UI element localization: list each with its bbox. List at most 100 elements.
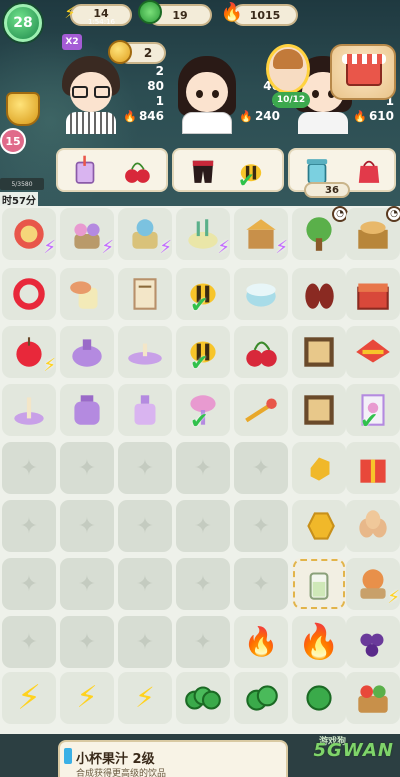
board-cell-grapes[interactable] (346, 616, 400, 668)
board-cell-hair-tie[interactable] (2, 268, 56, 320)
blue-flame-icon: 🔥 (353, 110, 367, 123)
customer-1-stat-2: 80 (147, 79, 164, 93)
cherry-icon (120, 154, 154, 188)
board-cell-empty[interactable] (234, 442, 288, 494)
board-cell-red-gift[interactable] (346, 442, 400, 494)
order-card-1[interactable] (56, 148, 168, 192)
special-customer-avatar[interactable] (266, 44, 310, 94)
board-cell-empty[interactable] (2, 616, 56, 668)
board-cell-green-gem-1[interactable] (292, 672, 346, 724)
board-cell-empty[interactable] (2, 500, 56, 552)
board-cell-empty[interactable] (176, 558, 230, 610)
multiplier-badge: X2 (62, 34, 82, 50)
board-cell-hairpin[interactable] (234, 384, 288, 436)
board-cell-apple[interactable]: ⚡ (2, 326, 56, 378)
red-bag-icon (352, 154, 386, 188)
board-cell-empty[interactable] (2, 442, 56, 494)
trophy-level-badge: 15 (0, 128, 26, 154)
clock-icon: ◔ (386, 206, 400, 222)
board-cell-empty[interactable] (60, 616, 114, 668)
board-cell-honey-small[interactable] (292, 442, 346, 494)
order-card-2[interactable]: ✔ (172, 148, 284, 192)
board-cell-treasure-chest[interactable] (346, 268, 400, 320)
board-cell-empty[interactable] (118, 442, 172, 494)
board-cell-mushroom-jar[interactable] (60, 268, 114, 320)
blue-flame-value: 1015 (249, 8, 281, 22)
energy-bolt-icon: ⚡ (43, 237, 56, 258)
board-cell-perfume[interactable] (118, 384, 172, 436)
board-cell-purple-sack[interactable] (60, 384, 114, 436)
shorts-icon (186, 154, 220, 188)
board-cell-empty[interactable] (118, 616, 172, 668)
energy-bolt-icon: ⚡ (159, 237, 172, 258)
board-cell-paper-frame-2[interactable] (292, 384, 346, 436)
board-cell-energy-1[interactable]: ⚡ (118, 672, 172, 724)
event-timer: 时57分 (0, 192, 38, 206)
board-cell-blue-flame[interactable]: 🔥 (292, 616, 346, 668)
trophy-panel[interactable]: 15 (0, 88, 46, 188)
multiplier-value: X2 (65, 37, 79, 47)
item-info-subtitle: 合成获得更高级的饮品 (76, 769, 167, 777)
board-cell-lantern[interactable] (346, 326, 400, 378)
board-cell-empty[interactable] (176, 616, 230, 668)
player-level-badge[interactable]: 28 (4, 4, 42, 42)
board-cell-purple-bag[interactable] (60, 326, 114, 378)
customer-3-stat-4: 610 (368, 109, 394, 123)
board-cell-energy-2[interactable]: ⚡ (60, 672, 114, 724)
order-progress-badge: 10/12 (272, 92, 310, 108)
ready-check-icon: ✔ (360, 409, 379, 434)
board-cell-bee-2[interactable]: ✔ (176, 326, 230, 378)
board-cell-empty[interactable] (234, 500, 288, 552)
board-cell-empty[interactable] (60, 500, 114, 552)
blue-flame-icon: 🔥 (220, 1, 244, 23)
board-cell-blue-flame-small[interactable]: 🔥 (234, 616, 288, 668)
board-cell-cherries[interactable] (234, 326, 288, 378)
board-cell-green-gems-2[interactable] (234, 672, 288, 724)
energy-bolt-icon: ⚡ (217, 237, 230, 258)
board-cell-empty[interactable] (176, 442, 230, 494)
board-cell-scroll[interactable] (118, 268, 172, 320)
board-cell-paper-frame[interactable] (292, 326, 346, 378)
customer-2-avatar (178, 56, 236, 134)
board-cell-tree[interactable]: ◔ (292, 206, 348, 260)
board-cell-tea-basket[interactable]: ⚡ (118, 208, 172, 260)
shop-button[interactable] (330, 44, 396, 100)
order-progress-value: 10/12 (276, 95, 306, 105)
board-cell-flower-basket[interactable]: ⚡ (60, 208, 114, 260)
board-cell-teddy-basket[interactable]: ⚡ (346, 558, 400, 610)
board-cell-empty[interactable] (234, 558, 288, 610)
info-indicator (64, 748, 72, 764)
board-cell-purple-plate[interactable] (118, 326, 172, 378)
board-cell-bee[interactable]: ✔ (176, 268, 230, 320)
board-cell-mushroom-lamp[interactable]: ✔ (176, 384, 230, 436)
trophy-icon (6, 92, 40, 126)
lightning-icon: ⚡ (17, 678, 41, 718)
board-cell-empty[interactable] (118, 500, 172, 552)
board-cell-small-juice-selected[interactable] (292, 558, 346, 610)
bottom-info-bar: 小杯果汁 2级 合成获得更高级的饮品 游戏狗 5GWAN (0, 734, 400, 777)
board-cell-slippers[interactable] (292, 268, 346, 320)
board-cell-green-gems-3[interactable] (176, 672, 230, 724)
board-cell-juicer[interactable]: ⚡ (2, 208, 56, 260)
board-cell-flower-packet[interactable]: ✔ (346, 384, 400, 436)
board-cell-empty[interactable] (176, 500, 230, 552)
board-cell-empty[interactable] (60, 442, 114, 494)
blue-flame-icon: 🔥 (297, 622, 341, 662)
board-cell-stall[interactable]: ⚡ (234, 208, 288, 260)
board-cell-eggs[interactable] (346, 500, 400, 552)
board-cell-empty[interactable] (60, 558, 114, 610)
blue-flame-icon: 🔥 (243, 625, 279, 658)
board-cell-bread-crate[interactable]: ◔ (346, 206, 400, 260)
board-cell-salad-bowl[interactable]: ⚡ (176, 208, 230, 260)
energy-bolt-icon: ⚡ (101, 237, 114, 258)
board-cell-honeycomb[interactable] (292, 500, 346, 552)
board-cell-cream-jar[interactable] (234, 268, 288, 320)
board-cell-gift-basket[interactable] (346, 672, 400, 724)
board-cell-energy-3[interactable]: ⚡ (2, 672, 56, 724)
board-cell-ring-toy[interactable] (2, 384, 56, 436)
board-cell-empty[interactable] (118, 558, 172, 610)
energy-bolt-icon: ⚡ (43, 355, 56, 376)
item-info-card[interactable]: 小杯果汁 2级 合成获得更高级的饮品 (58, 740, 288, 777)
board-cell-empty[interactable] (2, 558, 56, 610)
customer-1[interactable]: 2 80 1 🔥 846 (56, 50, 166, 142)
